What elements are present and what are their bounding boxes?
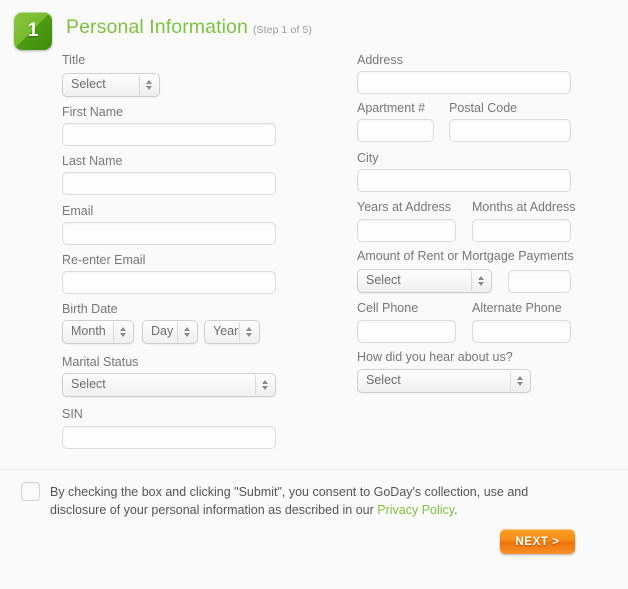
label-reenter-email: Re-enter Email xyxy=(62,253,146,267)
select-birth-month-value: Month xyxy=(71,324,106,338)
input-postal-code[interactable] xyxy=(449,119,571,142)
label-cell-phone: Cell Phone xyxy=(357,301,419,315)
consent-checkbox[interactable] xyxy=(21,482,40,501)
section-divider xyxy=(0,469,628,470)
label-apartment: Apartment # xyxy=(357,101,426,115)
select-birth-day[interactable]: Day xyxy=(142,320,198,344)
select-rent-frequency[interactable]: Select xyxy=(357,269,492,293)
label-months-at-address: Months at Address xyxy=(472,200,576,214)
input-years-at-address[interactable] xyxy=(357,219,456,242)
label-marital-status: Marital Status xyxy=(62,355,139,369)
label-first-name: First Name xyxy=(62,105,124,119)
consent-text-after: . xyxy=(454,503,458,517)
label-birth-date: Birth Date xyxy=(62,302,118,316)
select-birth-month[interactable]: Month xyxy=(62,320,134,344)
input-cell-phone[interactable] xyxy=(357,320,456,343)
page-title-text: Personal Information xyxy=(66,16,248,38)
input-months-at-address[interactable] xyxy=(472,219,571,242)
stepper-icon[interactable] xyxy=(239,322,257,342)
select-referral-value: Select xyxy=(366,373,401,387)
input-alternate-phone[interactable] xyxy=(472,320,571,343)
input-city[interactable] xyxy=(357,169,571,192)
consent-text: By checking the box and clicking "Submit… xyxy=(50,483,560,519)
label-rent-amount: Amount of Rent or Mortgage Payments xyxy=(357,249,574,263)
registration-form-page: 1 Personal Information (Step 1 of 5) Titl… xyxy=(0,0,628,589)
stepper-icon[interactable] xyxy=(510,371,528,391)
input-rent-amount[interactable] xyxy=(508,270,571,293)
label-email: Email xyxy=(62,204,94,218)
stepper-icon[interactable] xyxy=(113,322,131,342)
select-marital-status-value: Select xyxy=(71,377,106,391)
input-apartment[interactable] xyxy=(357,119,434,142)
stepper-icon[interactable] xyxy=(177,322,195,342)
label-sin: SIN xyxy=(62,407,83,421)
input-sin[interactable] xyxy=(62,426,276,449)
label-postal-code: Postal Code xyxy=(449,101,518,115)
label-title: Title xyxy=(62,53,86,67)
select-rent-frequency-value: Select xyxy=(366,273,401,287)
label-years-at-address: Years at Address xyxy=(357,200,452,214)
step-indicator: (Step 1 of 5) xyxy=(252,24,313,36)
stepper-icon[interactable] xyxy=(471,271,489,291)
stepper-icon[interactable] xyxy=(139,75,157,95)
label-city: City xyxy=(357,151,379,165)
select-title-value: Select xyxy=(71,77,106,91)
label-alternate-phone: Alternate Phone xyxy=(472,301,562,315)
label-last-name: Last Name xyxy=(62,154,123,168)
select-referral[interactable]: Select xyxy=(357,369,531,393)
step-number-badge: 1 xyxy=(14,12,52,50)
input-first-name[interactable] xyxy=(62,123,276,146)
select-birth-year-value: Year xyxy=(213,324,239,338)
label-address: Address xyxy=(357,53,403,67)
input-address[interactable] xyxy=(357,71,571,94)
privacy-policy-link[interactable]: Privacy Policy xyxy=(377,503,454,517)
next-button[interactable]: NEXT > xyxy=(500,529,575,554)
input-reenter-email[interactable] xyxy=(62,271,276,294)
input-email[interactable] xyxy=(62,222,276,245)
label-referral: How did you hear about us? xyxy=(357,350,513,364)
select-birth-day-value: Day xyxy=(151,324,174,338)
page-title: Personal Information (Step 1 of 5) xyxy=(66,16,312,39)
stepper-icon[interactable] xyxy=(255,375,273,395)
select-birth-year[interactable]: Year xyxy=(204,320,260,344)
input-last-name[interactable] xyxy=(62,172,276,195)
select-marital-status[interactable]: Select xyxy=(62,373,276,397)
select-title[interactable]: Select xyxy=(62,73,160,97)
